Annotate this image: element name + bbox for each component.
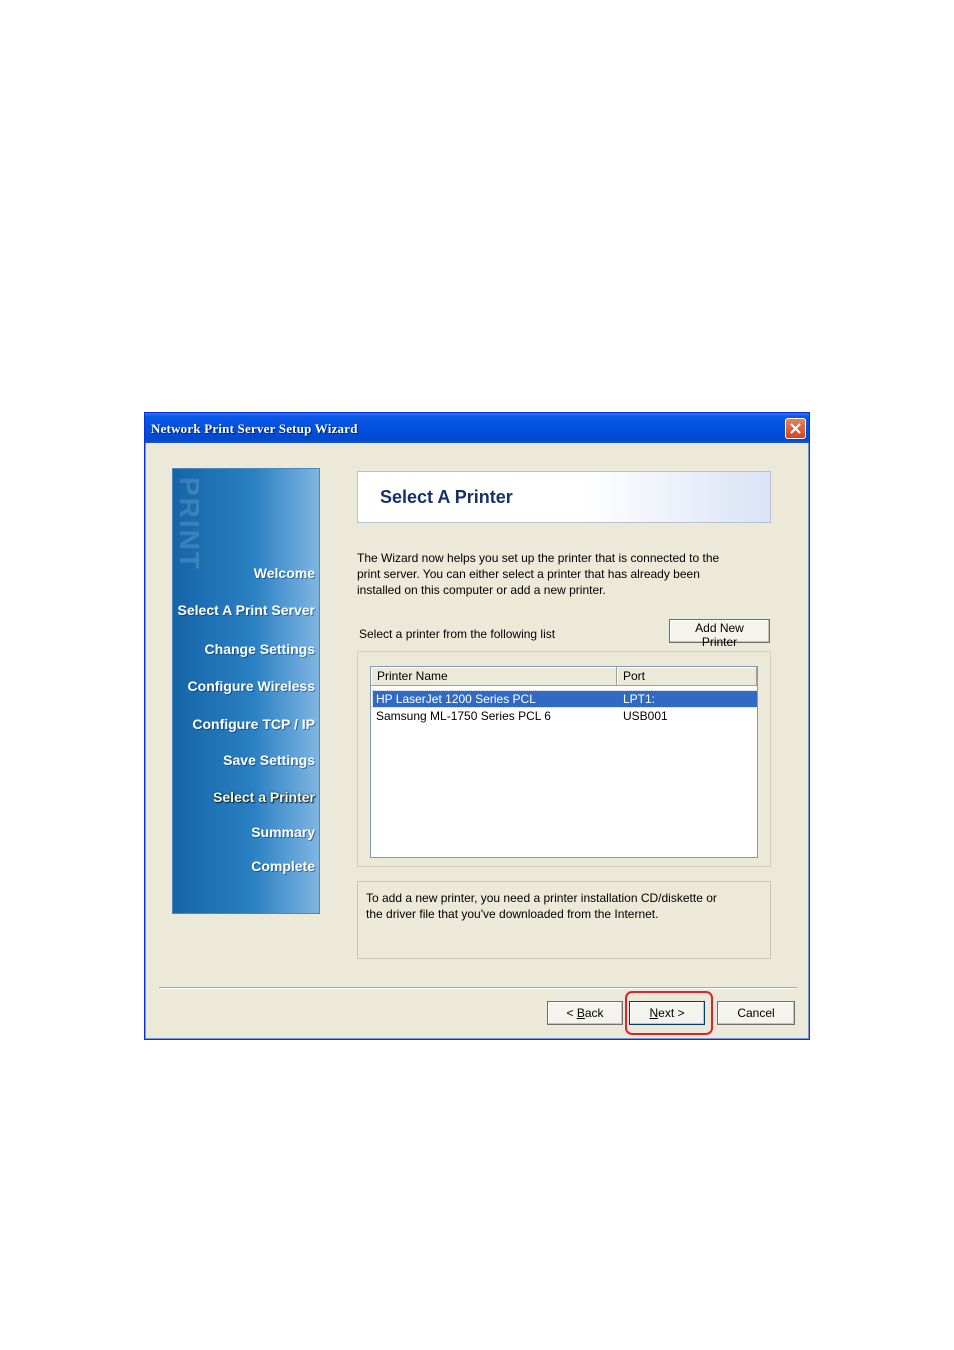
- page-header: Select A Printer: [357, 471, 771, 523]
- cancel-button[interactable]: Cancel: [717, 1001, 795, 1025]
- page-title: Select A Printer: [380, 487, 513, 507]
- wizard-steps-sidebar: PRINT Welcome Select A Print Server Chan…: [172, 468, 320, 914]
- printer-name-cell: HP LaserJet 1200 Series PCL: [376, 692, 536, 706]
- sidebar-watermark: PRINT: [174, 477, 205, 571]
- printer-row[interactable]: Samsung ML-1750 Series PCL 6 USB001: [373, 708, 757, 724]
- info-box: To add a new printer, you need a printer…: [357, 881, 771, 959]
- printer-list-label: Select a printer from the following list: [359, 627, 556, 641]
- printer-name-cell: Samsung ML-1750 Series PCL 6: [376, 709, 551, 723]
- step-save-settings: Save Settings: [223, 752, 315, 768]
- close-icon: [790, 423, 801, 434]
- printer-listview[interactable]: Printer Name Port HP LaserJet 1200 Serie…: [370, 666, 758, 858]
- next-highlight-ring: [625, 991, 713, 1035]
- back-accelerator: B: [576, 1006, 585, 1020]
- back-prefix: <: [566, 1006, 577, 1020]
- listview-header: Printer Name Port: [371, 667, 757, 686]
- step-configure-wireless: Configure Wireless: [187, 678, 315, 694]
- wizard-description: The Wizard now helps you set up the prin…: [357, 550, 777, 598]
- step-summary: Summary: [251, 824, 315, 840]
- printer-port-cell: LPT1:: [623, 692, 656, 706]
- printer-list-group: Printer Name Port HP LaserJet 1200 Serie…: [357, 651, 771, 867]
- back-button[interactable]: < Back: [547, 1001, 623, 1025]
- description-line: The Wizard now helps you set up the prin…: [357, 551, 720, 565]
- description-line: installed on this computer or add a new …: [357, 583, 606, 597]
- step-welcome: Welcome: [253, 565, 315, 581]
- back-label: ack: [584, 1006, 604, 1020]
- close-button[interactable]: [785, 418, 806, 439]
- step-change-settings: Change Settings: [204, 641, 315, 657]
- add-new-printer-button[interactable]: Add New Printer: [669, 619, 770, 649]
- info-line: To add a new printer, you need a printer…: [366, 891, 717, 905]
- title-bar[interactable]: Network Print Server Setup Wizard: [145, 413, 809, 443]
- printer-port-cell: USB001: [623, 709, 668, 723]
- info-line: the driver file that you've downloaded f…: [366, 907, 659, 921]
- footer-separator: [159, 987, 797, 989]
- column-header-printer-name[interactable]: Printer Name: [371, 667, 617, 686]
- step-select-print-server: Select A Print Server: [177, 602, 315, 618]
- step-configure-tcpip: Configure TCP / IP: [192, 716, 315, 732]
- printer-row[interactable]: HP LaserJet 1200 Series PCL LPT1:: [372, 690, 757, 708]
- info-text: To add a new printer, you need a printer…: [366, 890, 766, 922]
- step-complete: Complete: [251, 858, 315, 874]
- window-title: Network Print Server Setup Wizard: [151, 421, 358, 436]
- wizard-window: Network Print Server Setup Wizard PRINT …: [144, 412, 810, 1040]
- step-select-printer: Select a Printer: [213, 789, 315, 805]
- column-header-port[interactable]: Port: [617, 667, 757, 686]
- description-line: print server. You can either select a pr…: [357, 567, 700, 581]
